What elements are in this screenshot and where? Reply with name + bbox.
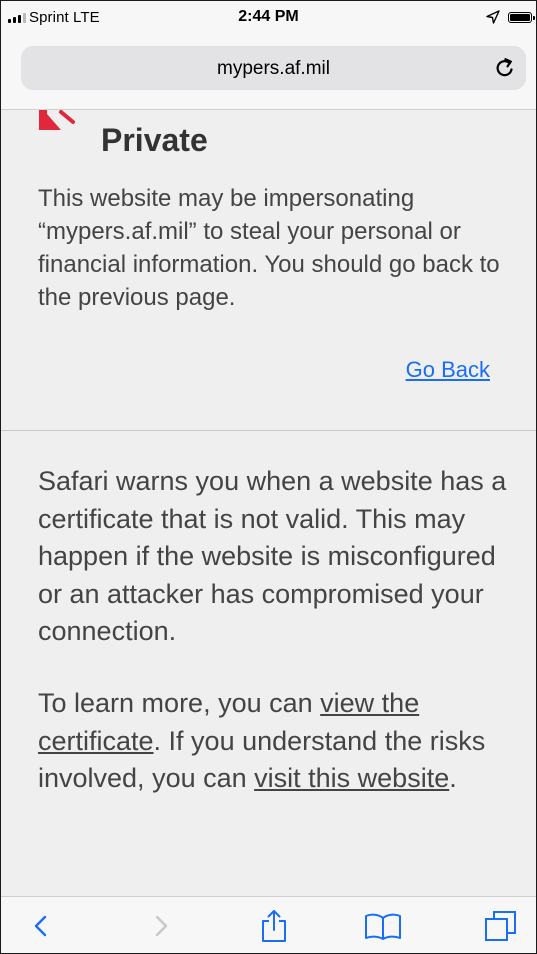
tabs-icon[interactable] [483, 909, 519, 943]
bottom-toolbar [1, 896, 536, 953]
warning-icon [39, 110, 75, 130]
address-bar[interactable]: mypers.af.mil [21, 46, 526, 90]
learn-more-prefix: To learn more, you can [38, 688, 321, 718]
browser-header: mypers.af.mil [1, 41, 536, 110]
phone-screen: Sprint LTE 2:44 PM mypers.af.mil Private… [0, 0, 537, 954]
bookmarks-button[interactable] [353, 897, 413, 953]
learn-more-text: To learn more, you can view the certific… [38, 685, 508, 798]
tabs-button[interactable] [471, 897, 531, 953]
forward-icon[interactable] [151, 911, 171, 941]
url-text[interactable]: mypers.af.mil [21, 58, 526, 80]
share-button[interactable] [244, 897, 304, 953]
status-bar: Sprint LTE 2:44 PM [1, 1, 536, 41]
certificate-info-text: Safari warns you when a website has a ce… [38, 466, 507, 646]
back-icon[interactable] [31, 911, 51, 941]
battery-icon [508, 12, 535, 23]
go-back-link[interactable]: Go Back [406, 357, 490, 383]
reload-icon[interactable] [493, 56, 517, 80]
location-arrow-icon [486, 10, 500, 24]
visit-website-link[interactable]: visit this website [254, 763, 449, 793]
bookmarks-icon[interactable] [363, 911, 403, 941]
forward-button[interactable] [131, 897, 191, 953]
learn-more-suffix: . [449, 763, 457, 793]
warning-title: Private [101, 122, 208, 158]
back-button[interactable] [11, 897, 71, 953]
certificate-warning-page: Private This website may be impersonatin… [1, 110, 536, 896]
section-divider [1, 430, 536, 431]
status-time: 2:44 PM [238, 8, 299, 25]
warning-message: This website may be impersonating “myper… [38, 185, 500, 311]
share-icon[interactable] [259, 908, 289, 944]
